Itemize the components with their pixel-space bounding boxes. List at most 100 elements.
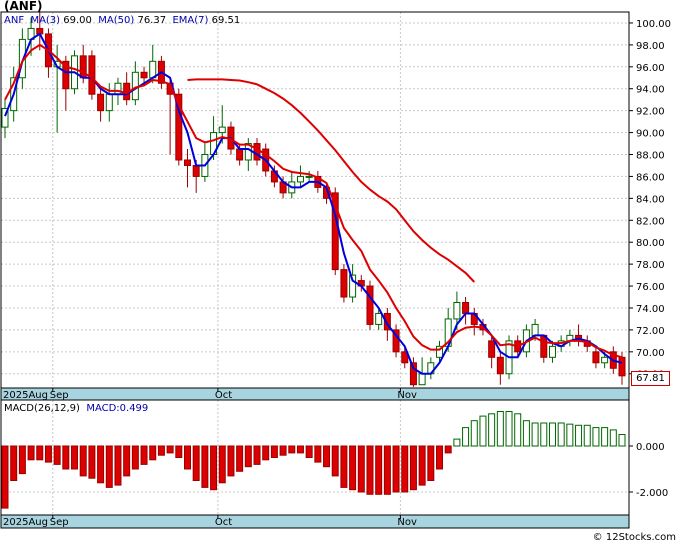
macd-bar-negative [383, 445, 391, 495]
price-tick-label: 80.00 [636, 238, 665, 249]
macd-bar-negative [436, 445, 444, 470]
date-label: 2025Aug [3, 517, 48, 528]
macd-bar-negative [88, 445, 96, 479]
macd-bar-negative [44, 445, 52, 463]
macd-tick-label: 0.000 [636, 442, 665, 453]
macd-bar-negative [157, 445, 165, 456]
macd-bar-positive [488, 413, 496, 447]
macd-bar-negative [62, 445, 70, 470]
macd-tick-label: -2.000 [636, 488, 668, 499]
macd-bar-negative [149, 445, 157, 461]
price-tick-label: 84.00 [636, 194, 665, 205]
legend-symbol: ANF [4, 15, 25, 26]
macd-axis-ticks: 0.000 -2.000 [629, 442, 668, 499]
candle-down [540, 334, 548, 358]
macd-bar-negative [27, 445, 35, 461]
price-tick-label: 70.00 [636, 348, 665, 359]
macd-bar-negative [296, 445, 304, 454]
macd-bar-positive [470, 420, 478, 447]
candlesticks [1, 12, 626, 387]
macd-bar-negative [253, 445, 261, 465]
macd-bar-negative [79, 445, 87, 477]
macd-bar-negative [279, 445, 287, 456]
candle-up [305, 175, 313, 178]
date-axis-band [0, 387, 630, 401]
macd-bar-negative [244, 445, 252, 468]
macd-bar-positive [479, 415, 487, 447]
price-tick-label: 98.00 [636, 41, 665, 52]
macd-bar-negative [114, 445, 122, 486]
candle-down [97, 93, 105, 112]
macd-bar-positive [453, 438, 461, 447]
macd-bar-negative [357, 445, 365, 493]
legend-ma50-label: MA(50) [98, 15, 135, 26]
price-tick-label: 90.00 [636, 129, 665, 140]
macd-bar-negative [131, 445, 139, 470]
candle-down [253, 143, 261, 161]
price-tick-label: 72.00 [636, 326, 665, 337]
macd-bar-negative [349, 445, 357, 491]
macd-bar-negative [1, 445, 9, 509]
ma3-line [4, 32, 623, 375]
macd-bar-positive [531, 422, 539, 447]
macd-bar-positive [609, 429, 617, 447]
macd-label: MACD(26,12,9) [4, 403, 80, 414]
price-tick-label: 76.00 [636, 282, 665, 293]
macd-bar-positive [575, 424, 583, 447]
price-tick-label: 86.00 [636, 172, 665, 183]
candle-down [192, 164, 200, 177]
candle-up [531, 323, 539, 336]
macd-bar-negative [236, 445, 244, 472]
macd-bar-positive [522, 420, 530, 447]
macd-bar-positive [618, 434, 626, 447]
macd-bar-negative [401, 445, 409, 493]
macd-bar-negative [340, 445, 348, 488]
macd-bar-negative [427, 445, 435, 481]
macd-legend: MACD(26,12,9) MACD:0.499 [4, 403, 148, 414]
chart-canvas: 100.00 98.00 96.00 94.00 92.00 90.00 88.00 86.0… [0, 11, 671, 529]
macd-bar-negative [314, 445, 322, 463]
price-tick-label: 96.00 [636, 63, 665, 74]
legend-ema7-value: 69.51 [211, 15, 241, 26]
macd-bar-negative [36, 445, 44, 461]
date-label: Nov [397, 517, 417, 528]
macd-bar-positive [514, 413, 522, 447]
moving-average-lines [4, 32, 623, 375]
legend-ma3-label: MA(3) [30, 15, 61, 26]
macd-bar-negative [227, 445, 235, 477]
macd-bar-negative [210, 445, 218, 491]
candle-up [296, 175, 304, 183]
price-tick-label: 100.00 [636, 19, 671, 30]
price-tick-label: 78.00 [636, 260, 665, 271]
candle-down [340, 269, 348, 298]
macd-bar-negative [105, 445, 113, 488]
candle-down [366, 285, 374, 325]
date-axis-band [0, 514, 630, 529]
legend-ma3-value: 69.00 [63, 15, 92, 26]
macd-bar-negative [392, 445, 400, 493]
macd-bar-positive [505, 411, 513, 447]
candle-down [88, 55, 96, 95]
macd-bar-negative [375, 445, 383, 495]
macd-bar-negative [418, 445, 426, 486]
macd-bar-negative [218, 445, 226, 484]
candle-up [105, 93, 113, 112]
candle-up [218, 126, 226, 134]
macd-bar-positive [548, 422, 556, 447]
candle-down [183, 159, 191, 166]
date-label: Oct [215, 390, 232, 401]
macd-bar-negative [331, 445, 339, 477]
macd-bar-positive [540, 422, 548, 447]
macd-bar-positive [583, 424, 591, 447]
macd-bar-negative [201, 445, 209, 488]
date-label: 2025Aug [3, 390, 48, 401]
candle-down [462, 301, 470, 314]
candle-down [488, 340, 496, 358]
candle-down [496, 356, 504, 375]
macd-bar-negative [305, 445, 313, 458]
macd-bar-negative [140, 445, 148, 465]
legend-ema7-label: EMA(7) [172, 15, 209, 26]
macd-bar-negative [71, 445, 79, 470]
footer-credit: © 12Stocks.com [592, 532, 676, 543]
macd-bar-negative [166, 445, 174, 454]
